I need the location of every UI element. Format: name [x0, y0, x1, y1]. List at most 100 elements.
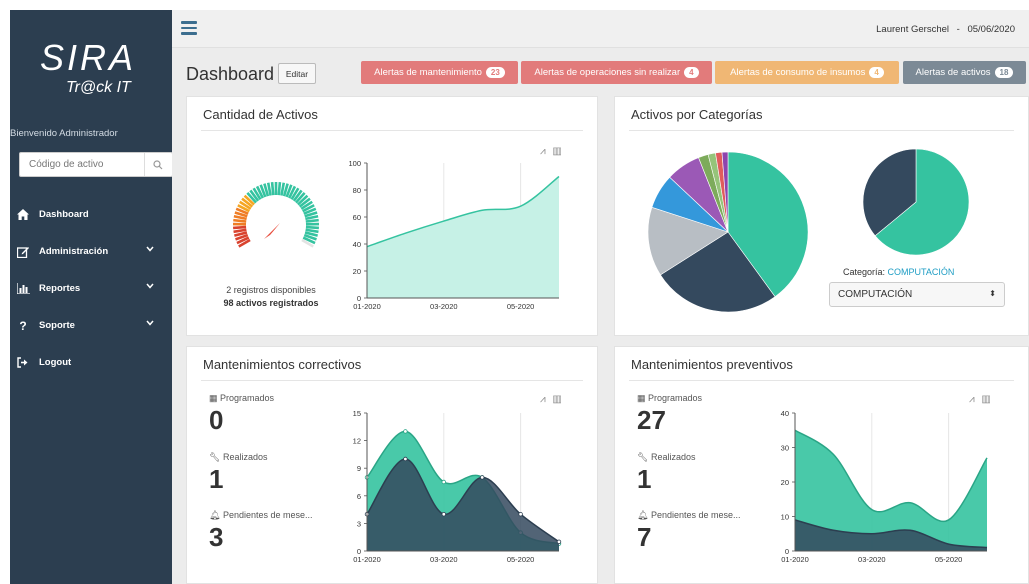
supplies-alerts-button[interactable]: Alertas de consumo de insumos 4 [715, 61, 899, 84]
page-title: Dashboard [186, 64, 275, 84]
stat-label: ▦ Programados [637, 393, 702, 404]
data-point [556, 539, 562, 544]
chevron-down-icon [146, 320, 154, 326]
panel-title: Mantenimientos preventivos [631, 357, 793, 372]
stat-label-text: Programados [220, 393, 275, 403]
chart-type-switch: ⩘ ▥ [540, 394, 562, 405]
series-area [367, 459, 559, 551]
maintenance-alerts-button[interactable]: Alertas de mantenimiento 23 [361, 61, 518, 84]
category-pie-chart [862, 148, 970, 256]
wrench-icon: 🔧︎ [209, 452, 221, 462]
preventive-maintenance-panel: Mantenimientos preventivos ▦ Programados… [614, 346, 1029, 584]
category-value: COMPUTACIÓN [887, 267, 955, 277]
gauge-tick [233, 228, 247, 234]
main-content: Dashboard Editar Alertas de mantenimient… [172, 48, 1029, 584]
data-point [441, 511, 446, 517]
alert-count-badge: 4 [869, 67, 884, 78]
x-tick-label: 05-2020 [935, 555, 963, 564]
user-name[interactable]: Laurent Gerschel [876, 24, 949, 35]
wrench-icon: 🔧︎ [637, 452, 649, 462]
welcome-prefix: Bienvenido [10, 128, 58, 139]
bar-chart-icon[interactable]: ▥ [981, 394, 990, 405]
y-tick-label: 0 [357, 547, 361, 556]
y-tick-label: 20 [781, 478, 789, 487]
asset-code-input[interactable] [20, 153, 144, 176]
sidebar-item-reportes[interactable]: Reportes [10, 270, 172, 307]
sidebar-item-label: Logout [39, 357, 72, 368]
hamburger-menu-icon[interactable] [181, 21, 197, 35]
data-point [518, 511, 523, 517]
gauge-tick [305, 218, 319, 223]
line-chart-icon[interactable]: ⩘ [540, 394, 546, 405]
stat-label-text: Realizados [650, 452, 696, 462]
bar-chart-icon [16, 282, 30, 296]
home-icon [16, 208, 30, 222]
stat-label: 🔔︎ Pendientes de mese... [209, 510, 313, 521]
gauge-caption: 2 registros disponibles [226, 285, 316, 295]
y-tick-label: 10 [781, 513, 789, 522]
y-tick-label: 9 [357, 464, 361, 473]
gauge-tick [233, 225, 247, 230]
x-tick-label: 01-2020 [353, 302, 381, 311]
y-tick-label: 40 [353, 240, 361, 249]
line-chart-icon[interactable]: ⩘ [969, 394, 975, 405]
corrective-maintenance-panel: Mantenimientos correctivos ▦ Programados… [186, 346, 598, 584]
alert-label: Alertas de mantenimiento [374, 67, 482, 78]
bar-chart-icon[interactable]: ▥ [552, 394, 561, 405]
sidebar-item-soporte[interactable]: ? Soporte [10, 307, 172, 344]
edit-button[interactable]: Editar [278, 63, 316, 84]
gauge-tick [266, 182, 272, 196]
sidebar: SIRA Tr@ck IT Bienvenido Administrador D… [10, 10, 173, 584]
chart-type-switch: ⩘ ▥ [969, 394, 991, 405]
sidebar-item-label: Dashboard [39, 209, 89, 220]
gauge-tick [270, 182, 275, 196]
stat-value: 27 [637, 405, 666, 435]
sira-logo[interactable]: SIRA Tr@ck IT [32, 32, 152, 102]
data-point [403, 429, 408, 434]
logo-text-top: SIRA [40, 37, 136, 78]
assets-area-chart: 01-2020 03-2020 05-2020 0 20 40 60 80 100 [348, 159, 560, 311]
alert-count-badge: 4 [684, 67, 699, 78]
x-tick-label: 03-2020 [430, 555, 458, 564]
y-tick-label: 3 [357, 519, 361, 528]
stat-label-text: Realizados [222, 452, 268, 462]
stat-label-text: Programados [648, 393, 703, 403]
logo-text-bottom: Tr@ck IT [66, 79, 132, 96]
asset-alerts-button[interactable]: Alertas de activos 18 [903, 61, 1026, 84]
bell-icon: 🔔︎ [209, 510, 221, 520]
category-select[interactable]: COMPUTACIÓN ⬍ [829, 282, 1005, 307]
stat-value: 1 [637, 464, 652, 494]
user-separator: - [956, 24, 960, 35]
chevron-down-icon [146, 246, 154, 252]
welcome-text: Bienvenido Administrador [10, 128, 172, 139]
x-tick-label: 01-2020 [353, 555, 381, 564]
alert-label: Alertas de consumo de insumos [730, 67, 866, 78]
alert-count-badge: 18 [994, 67, 1014, 78]
stat-label-text: Pendientes de mese... [222, 510, 313, 520]
sidebar-item-administracion[interactable]: Administración [10, 233, 172, 270]
x-tick-label: 05-2020 [507, 302, 535, 311]
x-tick-label: 03-2020 [858, 555, 886, 564]
gauge-tick [233, 218, 247, 223]
x-tick-label: 03-2020 [430, 302, 458, 311]
y-tick-label: 80 [353, 186, 361, 195]
stat-label-text: Pendientes de mese... [650, 510, 741, 520]
categories-pie-chart [647, 151, 809, 313]
category-label: Categoría: COMPUTACIÓN [843, 267, 954, 277]
stat-label: 🔔︎ Pendientes de mese... [637, 510, 741, 521]
preventive-area-chart: 01-2020 03-2020 05-2020 0 10 20 30 40 [781, 409, 988, 564]
y-tick-label: 60 [353, 213, 361, 222]
y-tick-label: 0 [357, 294, 361, 303]
data-point [479, 475, 485, 480]
y-tick-label: 30 [781, 444, 789, 453]
alert-count-badge: 23 [485, 67, 505, 78]
pending-operations-alerts-button[interactable]: Alertas de operaciones sin realizar 4 [521, 61, 712, 84]
panel-title: Cantidad de Activos [203, 107, 318, 122]
y-tick-label: 6 [357, 492, 361, 501]
sidebar-item-dashboard[interactable]: Dashboard [10, 196, 172, 233]
welcome-user: Administrador [59, 128, 118, 139]
alert-label: Alertas de operaciones sin realizar [534, 67, 681, 78]
sidebar-item-logout[interactable]: Logout [10, 344, 172, 381]
bell-icon: 🔔︎ [637, 510, 649, 520]
search-button[interactable] [144, 153, 170, 176]
